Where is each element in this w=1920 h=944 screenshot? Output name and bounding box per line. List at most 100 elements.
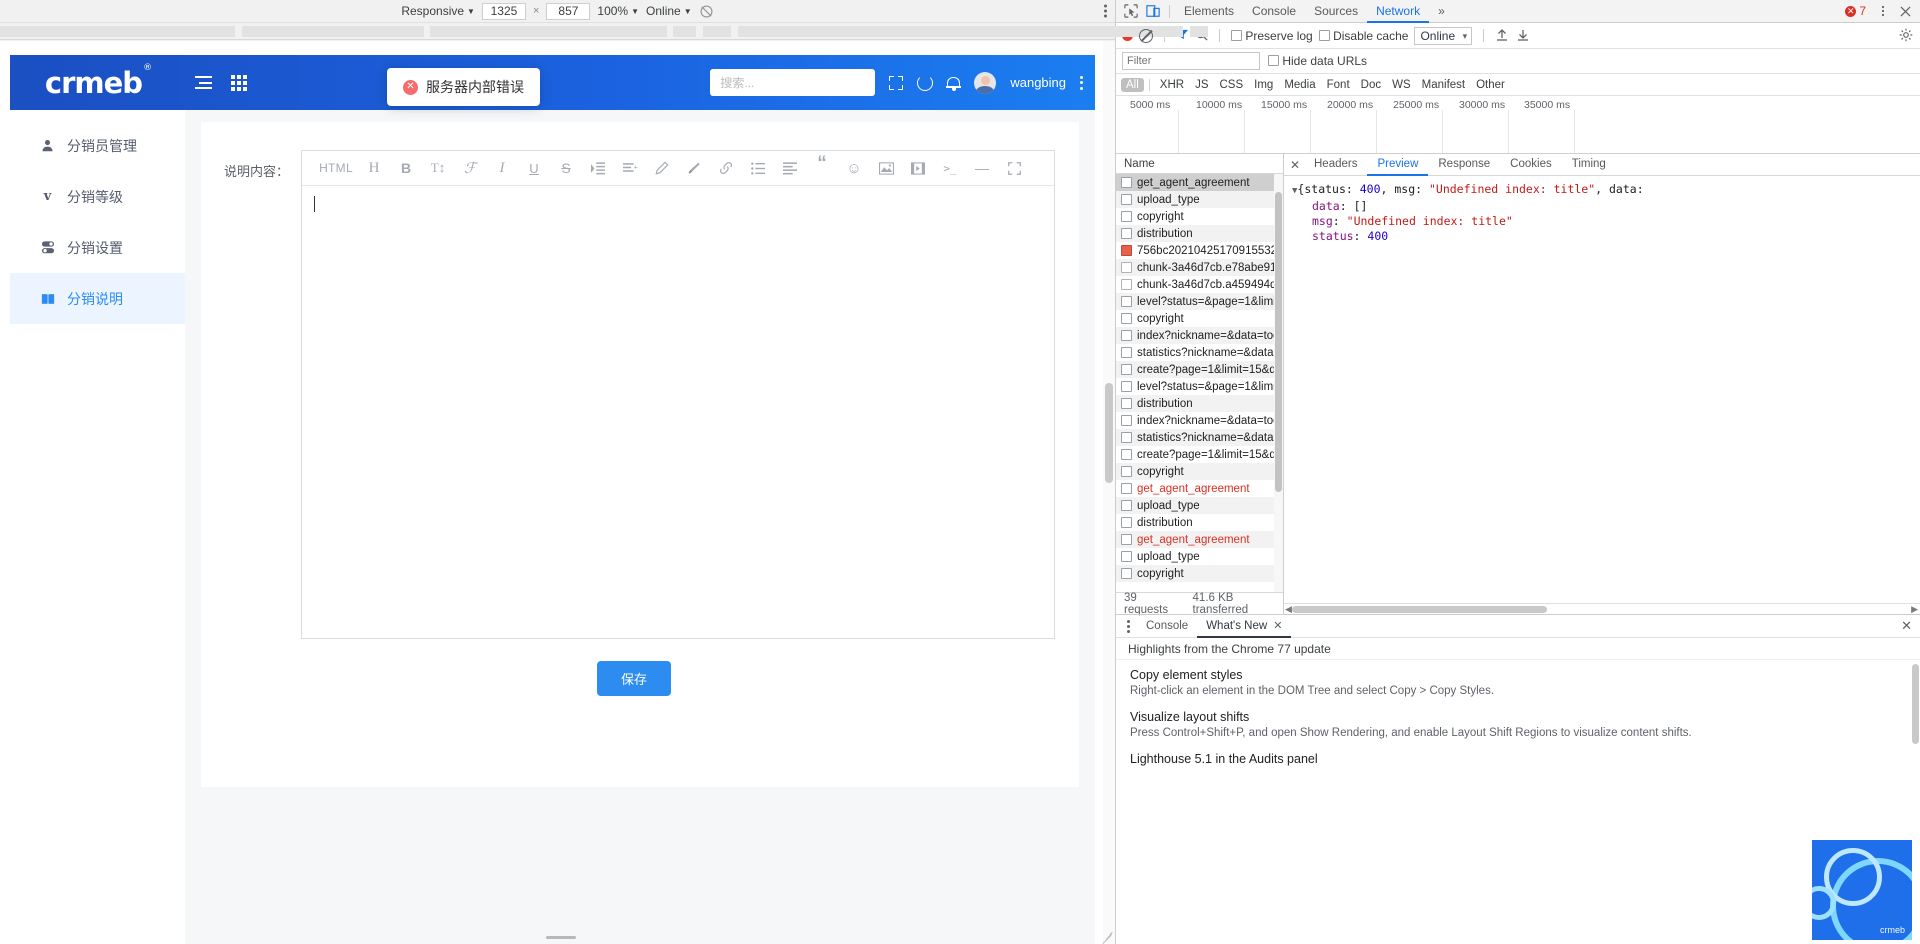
request-row[interactable]: copyright bbox=[1116, 463, 1283, 480]
sidebar-item-distribution-settings[interactable]: 分销设置 bbox=[10, 222, 185, 273]
filter-input[interactable] bbox=[1122, 52, 1260, 70]
zoom-select[interactable]: 100% ▼ bbox=[597, 4, 639, 18]
emoji-button[interactable]: ☺ bbox=[838, 154, 870, 183]
tab-network[interactable]: Network bbox=[1367, 0, 1429, 23]
rotate-icon[interactable] bbox=[699, 4, 714, 19]
line-height-button[interactable]: + bbox=[614, 154, 646, 183]
highlight-pen-button[interactable] bbox=[646, 154, 678, 183]
scroll-right-arrow-icon[interactable]: ▶ bbox=[1911, 604, 1918, 615]
request-row[interactable]: get_agent_agreement bbox=[1116, 480, 1283, 497]
brush-color-button[interactable] bbox=[678, 154, 710, 183]
clear-button[interactable] bbox=[1139, 28, 1153, 43]
type-filter-doc[interactable]: Doc bbox=[1356, 78, 1386, 92]
code-button[interactable]: >_ bbox=[934, 154, 966, 183]
collapse-menu-button[interactable] bbox=[185, 76, 221, 89]
devtools-more-button[interactable] bbox=[1872, 1, 1894, 22]
tab-console[interactable]: Console bbox=[1243, 0, 1305, 23]
tab-response[interactable]: Response bbox=[1428, 154, 1500, 176]
type-filter-ws[interactable]: WS bbox=[1387, 78, 1416, 92]
request-row[interactable]: upload_type bbox=[1116, 548, 1283, 565]
request-row[interactable]: 756bc202104251709155325.jp bbox=[1116, 242, 1283, 259]
request-row[interactable]: create?page=1&limit=15&dat bbox=[1116, 446, 1283, 463]
close-icon[interactable]: ✕ bbox=[1273, 615, 1282, 637]
request-row[interactable]: create?page=1&limit=15&dat bbox=[1116, 361, 1283, 378]
network-overview-timeline[interactable]: 5000 ms 10000 ms 15000 ms 20000 ms 25000… bbox=[1116, 96, 1920, 154]
tab-sources[interactable]: Sources bbox=[1305, 0, 1367, 23]
request-row[interactable]: get_agent_agreement bbox=[1116, 174, 1283, 191]
whats-new-item-title[interactable]: Copy element styles bbox=[1130, 668, 1906, 682]
request-row[interactable]: statistics?nickname=&data=to bbox=[1116, 429, 1283, 446]
preserve-log-checkbox[interactable]: Preserve log bbox=[1231, 29, 1313, 43]
viewport-width-input[interactable]: 1325 bbox=[481, 2, 526, 20]
request-row[interactable]: chunk-3a46d7cb.a459494d.js bbox=[1116, 276, 1283, 293]
import-har-icon[interactable] bbox=[1495, 28, 1510, 43]
horizontal-rule-button[interactable]: — bbox=[966, 154, 998, 183]
font-family-button[interactable]: ℱ bbox=[454, 154, 486, 183]
viewport-height-input[interactable]: 857 bbox=[546, 2, 591, 20]
apps-grid-button[interactable] bbox=[221, 74, 257, 91]
tab-timing[interactable]: Timing bbox=[1562, 154, 1616, 176]
drawer-close-button[interactable]: ✕ bbox=[1893, 618, 1920, 634]
close-icon[interactable]: ✕ bbox=[1286, 158, 1304, 172]
type-filter-font[interactable]: Font bbox=[1322, 78, 1355, 92]
whats-new-item-title[interactable]: Visualize layout shifts bbox=[1130, 710, 1906, 724]
unordered-list-button[interactable] bbox=[742, 154, 774, 183]
insert-video-button[interactable] bbox=[902, 154, 934, 183]
tab-overflow[interactable]: » bbox=[1429, 0, 1454, 23]
page-horizontal-scrollbar[interactable] bbox=[10, 933, 1095, 942]
html-source-button[interactable]: HTML bbox=[314, 154, 358, 183]
drawer-tab-whats-new[interactable]: What's New ✕ bbox=[1197, 615, 1291, 638]
preview-json-viewer[interactable]: ▼{status: 400, msg: "Undefined index: ti… bbox=[1284, 176, 1920, 603]
json-root-line[interactable]: ▼{status: 400, msg: "Undefined index: ti… bbox=[1292, 182, 1912, 199]
request-row[interactable]: chunk-3a46d7cb.e78abe91.css bbox=[1116, 259, 1283, 276]
strikethrough-button[interactable]: S bbox=[550, 154, 582, 183]
gear-icon[interactable] bbox=[1899, 28, 1914, 43]
request-row[interactable]: get_agent_agreement bbox=[1116, 531, 1283, 548]
whats-new-content[interactable]: Copy element styles Right-click an eleme… bbox=[1116, 660, 1920, 944]
italic-button[interactable]: I bbox=[486, 154, 518, 183]
tab-elements[interactable]: Elements bbox=[1175, 0, 1243, 23]
toggle-device-toolbar-icon[interactable] bbox=[1142, 1, 1164, 22]
request-row[interactable]: upload_type bbox=[1116, 191, 1283, 208]
type-filter-js[interactable]: JS bbox=[1190, 78, 1213, 92]
request-name-column-header[interactable]: Name bbox=[1116, 154, 1283, 174]
hide-data-urls-checkbox[interactable]: Hide data URLs bbox=[1268, 54, 1367, 68]
throttling-select[interactable]: Online ▼ bbox=[646, 4, 692, 18]
tab-cookies[interactable]: Cookies bbox=[1500, 154, 1562, 176]
whats-new-item-title[interactable]: Lighthouse 5.1 in the Audits panel bbox=[1130, 752, 1906, 766]
device-select[interactable]: Responsive ▼ bbox=[401, 4, 475, 18]
sidebar-item-distributor-management[interactable]: 分销员管理 bbox=[10, 120, 185, 171]
export-har-icon[interactable] bbox=[1516, 28, 1531, 43]
type-filter-all[interactable]: All bbox=[1121, 77, 1144, 92]
drawer-more-button[interactable] bbox=[1120, 619, 1137, 633]
type-filter-xhr[interactable]: XHR bbox=[1155, 78, 1189, 92]
refresh-icon[interactable] bbox=[917, 74, 934, 91]
disable-cache-checkbox[interactable]: Disable cache bbox=[1318, 29, 1408, 43]
resize-grip[interactable] bbox=[1099, 928, 1113, 944]
fullscreen-button[interactable] bbox=[998, 154, 1030, 183]
request-list[interactable]: get_agent_agreement upload_type copyright d… bbox=[1116, 174, 1283, 592]
sidebar-item-distribution-level[interactable]: 𝐯 分销等级 bbox=[10, 171, 185, 222]
insert-image-button[interactable] bbox=[870, 154, 902, 183]
drawer-scrollbar[interactable] bbox=[1911, 660, 1920, 944]
request-row[interactable]: distribution bbox=[1116, 225, 1283, 242]
request-row[interactable]: index?nickname=&data=toda bbox=[1116, 412, 1283, 429]
request-row[interactable]: copyright bbox=[1116, 565, 1283, 582]
scroll-left-arrow-icon[interactable]: ◀ bbox=[1285, 604, 1292, 615]
heading-button[interactable]: H bbox=[358, 154, 390, 183]
link-button[interactable] bbox=[710, 154, 742, 183]
type-filter-media[interactable]: Media bbox=[1279, 78, 1320, 92]
request-row[interactable]: distribution bbox=[1116, 514, 1283, 531]
detail-horizontal-scrollbar[interactable]: ◀ ▶ bbox=[1284, 603, 1920, 614]
save-button[interactable]: 保存 bbox=[596, 661, 671, 696]
type-filter-img[interactable]: Img bbox=[1249, 78, 1278, 92]
search-input[interactable] bbox=[720, 75, 866, 90]
inspect-element-icon[interactable] bbox=[1120, 1, 1142, 22]
throttling-select[interactable]: Online bbox=[1414, 26, 1473, 45]
bell-icon[interactable] bbox=[946, 76, 962, 91]
app-logo[interactable]: crmeb® bbox=[10, 63, 185, 100]
avatar[interactable] bbox=[974, 71, 997, 94]
request-row[interactable]: level?status=&page=1&limit= bbox=[1116, 378, 1283, 395]
fullscreen-icon[interactable] bbox=[889, 75, 904, 90]
page-vertical-scrollbar[interactable] bbox=[1103, 41, 1115, 944]
